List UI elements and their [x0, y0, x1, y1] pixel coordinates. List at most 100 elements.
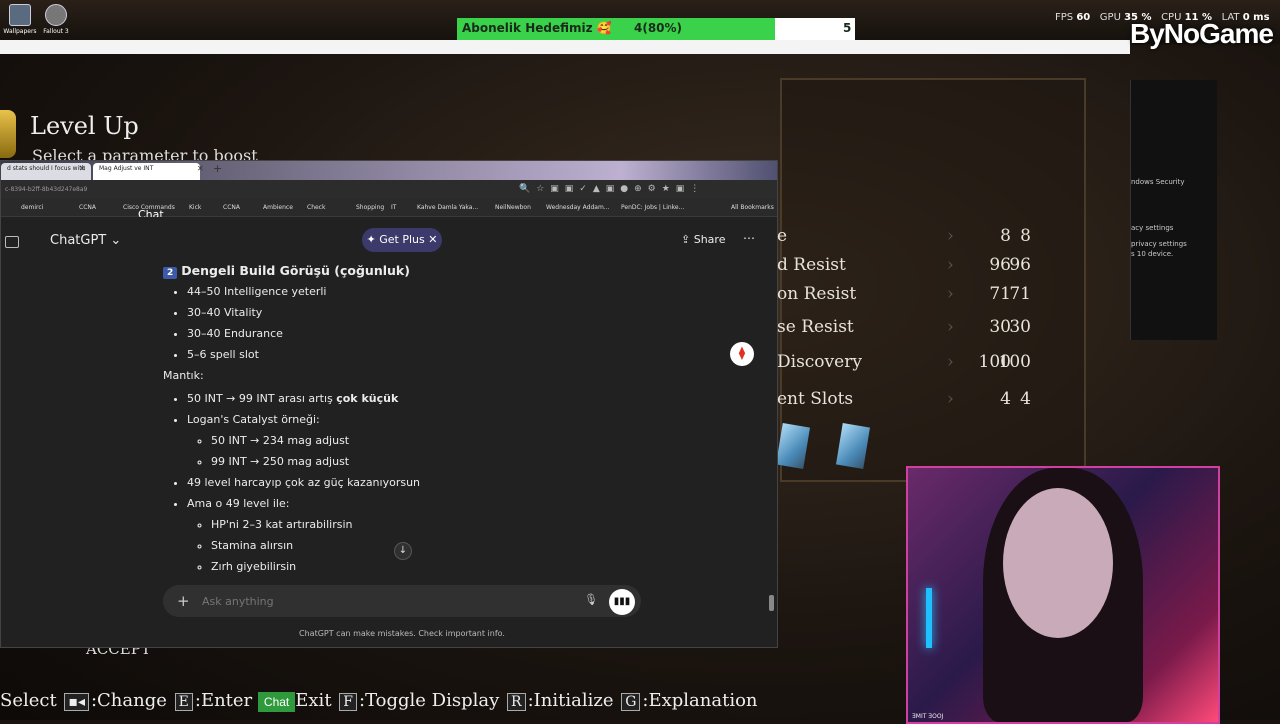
chevron-right-icon: › — [947, 284, 954, 304]
new-tab-icon[interactable]: + — [213, 162, 222, 175]
section-number: 2 — [163, 267, 178, 279]
fallout-icon — [45, 4, 67, 26]
get-plus-button[interactable]: ✦ Get Plus ✕ — [362, 228, 442, 252]
stat-row[interactable]: Discovery 100 › 100 — [777, 352, 1037, 380]
bookmark-item[interactable]: CCNA — [223, 204, 240, 211]
folder-icon — [9, 4, 31, 26]
close-icon[interactable]: ✕ — [425, 233, 437, 246]
explanation-label: :Explanation — [642, 690, 758, 711]
scroll-down-arrow-icon[interactable]: ↓ — [394, 542, 412, 560]
select-label: Select — [0, 690, 57, 711]
close-tab-icon[interactable]: ✕ — [79, 164, 86, 173]
voice-mode-icon[interactable]: ▮▮▮ — [609, 589, 635, 615]
list-item: Ama o 49 level ile: HP'ni 2–3 kat artıra… — [187, 497, 603, 574]
section-heading: 2 Dengeli Build Görüşü (çoğunluk) — [163, 263, 603, 279]
microphone-icon[interactable]: 🎙 — [584, 593, 598, 606]
bookmark-item[interactable]: PenDC: Jobs | Linke... — [621, 204, 684, 211]
stat-row[interactable]: e 8 › 8 — [777, 226, 1037, 254]
fps-value: 60 — [1076, 12, 1091, 23]
list-item: 99 INT → 250 mag adjust — [211, 455, 603, 469]
address-bar[interactable]: c-8394-b2ff-8b43d247e8a9 🔍☆▣▣✓▲▣●⊕⚙★▣⋮ — [1, 180, 777, 199]
brand-logo: ByNoGame — [1130, 18, 1274, 49]
stat-name: Discovery — [777, 352, 862, 372]
logic-text: Logan's Catalyst örneği: — [187, 413, 320, 426]
bookmark-item[interactable]: CCNA — [79, 204, 96, 211]
windows-panel-item[interactable]: ndows Security — [1131, 178, 1217, 186]
desktop-icon-wallpapers[interactable]: Wallpapers — [0, 4, 40, 35]
stat-row[interactable]: d Resist 96 › 96 — [777, 255, 1037, 283]
stat-name: e — [777, 226, 788, 246]
subscriber-goal-bar: Abonelik Hedefimiz 🥰 4(80%) 5 — [457, 18, 855, 40]
build-list: 44–50 Intelligence yeterli 30–40 Vitalit… — [163, 285, 603, 362]
tab-title: Mag Adjust ve INT — [99, 165, 154, 172]
model-selector[interactable]: ChatGPT ⌄ — [50, 233, 121, 248]
section-title: Dengeli Build Görüşü (çoğunluk) — [181, 263, 410, 278]
close-tab-icon[interactable]: ✕ — [197, 164, 204, 173]
stat-name: ent Slots — [777, 389, 854, 409]
more-options-icon[interactable]: ⋯ — [743, 231, 755, 245]
stat-next: 8 — [1020, 226, 1031, 246]
logic-text: 50 INT → 99 INT arası artış — [187, 392, 337, 405]
share-button[interactable]: ⇪ Share — [681, 233, 725, 246]
tab-title: d stats should I focus with — [7, 165, 86, 172]
enter-key: E — [174, 693, 193, 711]
chevron-right-icon: › — [947, 389, 954, 409]
exit-label: Exit — [295, 690, 332, 711]
stat-name: on Resist — [777, 284, 857, 304]
stat-name: d Resist — [777, 255, 846, 275]
stat-row[interactable]: se Resist 30 › 30 — [777, 317, 1037, 345]
chevron-right-icon: › — [947, 226, 954, 246]
led-light — [926, 588, 932, 648]
chat-input[interactable] — [202, 593, 562, 609]
stat-next: 30 — [1009, 317, 1031, 337]
webcam-caption: ƎMIT ƎOOJ — [912, 713, 944, 720]
bookmark-item[interactable]: NeilNewbon — [495, 204, 531, 211]
pdf-icon[interactable]: ⧫ — [730, 342, 754, 366]
desktop-icon-label: Wallpapers — [3, 28, 37, 35]
windows-panel-item[interactable]: acy settings — [1131, 224, 1217, 232]
list-item: 50 INT → 99 INT arası artış çok küçük — [187, 392, 603, 406]
bookmarks-bar: demirci CCNA Cisco Commands Kick CCNA Ambienc… — [1, 199, 777, 217]
windows-settings-panel: ndows Security acy settings privacy sett… — [1130, 80, 1217, 340]
bookmark-item[interactable]: Wednesday Addam... — [546, 204, 610, 211]
bookmark-item[interactable]: demirci — [21, 204, 43, 211]
chevron-right-icon: › — [947, 352, 954, 372]
stat-row[interactable]: ent Slots 4 › 4 — [777, 389, 1037, 417]
desktop-icon-fallout3[interactable]: Fallout 3 — [36, 4, 76, 35]
chevron-right-icon: › — [947, 317, 954, 337]
extension-icons[interactable]: 🔍☆▣▣✓▲▣●⊕⚙★▣⋮ — [519, 184, 705, 194]
attach-plus-icon[interactable]: + — [177, 592, 190, 610]
list-item: Logan's Catalyst örneği: 50 INT → 234 ma… — [187, 413, 603, 469]
logic-text: Ama o 49 level ile: — [187, 497, 290, 510]
logic-bold-text: çok küçük — [336, 392, 399, 405]
get-plus-label: Get Plus — [379, 233, 425, 246]
bookmark-item[interactable]: Check — [307, 204, 325, 211]
scrollbar-thumb[interactable] — [769, 595, 774, 611]
bookmark-item[interactable]: Kick — [189, 204, 201, 211]
bookmark-item[interactable]: Ambience — [263, 204, 293, 211]
bookmark-item[interactable]: IT — [391, 204, 396, 211]
list-item: 49 level harcayıp çok az güç kazanıyorsu… — [187, 476, 603, 490]
list-item: HP'ni 2–3 kat artırabilirsin — [211, 518, 603, 532]
tab-strip: d stats should I focus with ✕ Mag Adjust… — [1, 161, 777, 182]
bookmark-item[interactable]: All Bookmarks — [731, 204, 774, 211]
logic-list: 50 INT → 99 INT arası artış çok küçük Lo… — [163, 392, 603, 574]
windows-panel-item[interactable]: privacy settings — [1131, 240, 1217, 248]
fps-label: FPS — [1055, 12, 1074, 23]
list-item: Zırh giyebilirsin — [211, 560, 603, 574]
sidebar-toggle-icon[interactable] — [5, 236, 19, 248]
subscriber-goal-target: 5 — [843, 21, 852, 35]
windows-panel-item: s 10 device. — [1131, 250, 1174, 258]
browser-window: d stats should I focus with ✕ Mag Adjust… — [0, 160, 778, 648]
stat-row[interactable]: on Resist 71 › 71 — [777, 284, 1037, 312]
subscriber-goal-label: Abonelik Hedefimiz 🥰 — [462, 21, 612, 35]
chevron-down-icon: ⌄ — [110, 233, 122, 248]
bookmark-item[interactable]: Kahve Damla Yaka... — [417, 204, 478, 211]
desktop-icon-label: Fallout 3 — [43, 28, 69, 35]
explanation-key: G — [621, 693, 641, 711]
gpu-label: GPU — [1099, 12, 1121, 23]
list-item: 30–40 Vitality — [187, 306, 603, 320]
bookmark-item[interactable]: Shopping — [356, 204, 384, 211]
url-text[interactable]: c-8394-b2ff-8b43d247e8a9 — [5, 186, 87, 193]
stat-next: 4 — [1020, 389, 1031, 409]
